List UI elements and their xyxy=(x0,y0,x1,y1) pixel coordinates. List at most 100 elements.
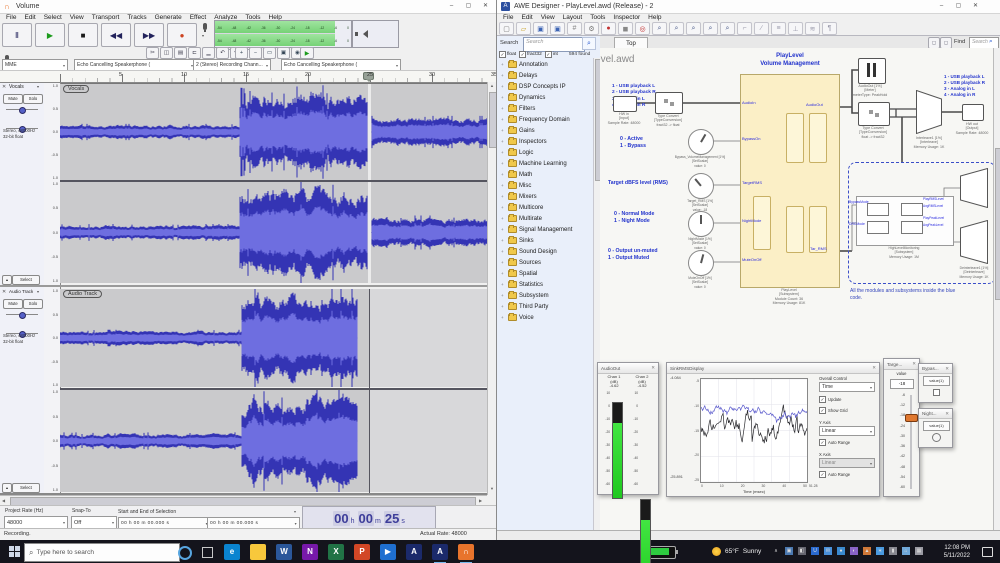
tray-icon-8[interactable]: ∗ xyxy=(876,547,884,555)
solo-button[interactable]: Solo xyxy=(23,299,43,309)
pause-button[interactable]: Ⅱ xyxy=(2,23,32,47)
interleave-block[interactable] xyxy=(916,90,942,134)
expander-icon[interactable]: + xyxy=(501,183,506,188)
module-tree-item[interactable]: + Gains xyxy=(497,125,593,136)
expander-icon[interactable]: + xyxy=(501,282,506,287)
select-track-button[interactable]: Select xyxy=(12,483,40,493)
find-search-icon[interactable]: ⌕ xyxy=(989,38,993,46)
module-tree-item[interactable]: + DSP Concepts IP xyxy=(497,81,593,92)
save-icon[interactable]: ▣ xyxy=(533,22,548,35)
mute-button[interactable]: Mute xyxy=(3,94,23,104)
maximize-button[interactable]: ▢ xyxy=(460,0,477,13)
tray-icon-2[interactable]: ◧ xyxy=(798,547,806,555)
bypass-knob[interactable] xyxy=(688,129,714,155)
stop-button[interactable]: ■ xyxy=(68,23,98,47)
gain-slider[interactable] xyxy=(4,310,40,319)
module-tree-item[interactable]: + Sources xyxy=(497,257,593,268)
module-tree-item[interactable]: + Signal Management xyxy=(497,224,593,235)
night-toggle-knob[interactable] xyxy=(932,433,941,442)
night-mode-control-window[interactable]: Night... ✕ value(1) xyxy=(918,408,953,448)
gain-slider[interactable] xyxy=(4,105,40,114)
cortana-icon[interactable] xyxy=(178,546,192,560)
audioout-titlebar[interactable]: AudioOut ✕ xyxy=(598,363,658,374)
halt-icon[interactable]: ● xyxy=(601,22,616,35)
paste-icon[interactable]: ▤ xyxy=(174,47,187,59)
filter-checkbox[interactable]: ✓ xyxy=(499,51,506,58)
mute-knob[interactable] xyxy=(688,250,714,276)
waveform-audiotrack-left[interactable] xyxy=(60,289,488,387)
output-meter-block[interactable] xyxy=(858,58,886,84)
minimize-button[interactable]: – xyxy=(443,0,460,13)
audio-stop-icon[interactable]: ◼ xyxy=(618,22,633,35)
undo-icon[interactable]: ↶ xyxy=(216,47,229,59)
bypass-titlebar[interactable]: Bypas... ✕ xyxy=(919,364,952,374)
minimize-button[interactable]: – xyxy=(933,0,950,13)
show-grid-checkbox[interactable]: ✓ xyxy=(819,407,826,414)
zoom-in-icon[interactable]: + xyxy=(235,47,248,59)
waveform-vocals-left[interactable] xyxy=(60,84,488,180)
y-auto-range-checkbox[interactable]: ✓ xyxy=(819,439,826,446)
module-tree-item[interactable]: + Annotation xyxy=(497,59,593,70)
audioout-meter-window[interactable]: AudioOut ✕ Chan 1 (dB) -4.62 Chan 2 (dB) … xyxy=(597,362,659,563)
module-tree-item[interactable]: + Logic xyxy=(497,147,593,158)
menu-item[interactable]: Help xyxy=(644,14,665,21)
taskbar-file-explorer[interactable] xyxy=(250,543,266,560)
start-button[interactable] xyxy=(9,546,20,557)
clip-label-vocals[interactable]: Vocals xyxy=(63,85,90,93)
collapse-track-button[interactable]: ▴ xyxy=(2,275,12,285)
menu-item[interactable]: View xyxy=(537,14,559,21)
taskbar-clock[interactable]: 12:08 PM 5/11/2022 xyxy=(925,544,970,560)
connect-icon[interactable]: ◎ xyxy=(635,22,650,35)
x-axis-select[interactable]: Linear ▾ xyxy=(819,458,875,468)
sink-rms-display-window[interactable]: SinkRMSDisplay ✕ -4.084 -25.891 -5 -10 -15-… xyxy=(666,362,880,497)
menu-item[interactable]: Edit xyxy=(20,14,39,21)
deinterleave-block-2[interactable] xyxy=(960,220,988,264)
target-rms-knob[interactable] xyxy=(688,173,714,199)
module-tree-item[interactable]: + Machine Learning xyxy=(497,158,593,169)
action-center-icon[interactable] xyxy=(982,547,993,557)
taskbar-onenote[interactable]: N xyxy=(302,543,318,560)
tray-icon-10[interactable]: ⌂ xyxy=(902,547,910,555)
menu-item[interactable]: Inspector xyxy=(609,14,644,21)
awe-titlebar[interactable]: A AWE Designer - PlayLevel.awd (Release)… xyxy=(497,0,1000,14)
task-view-icon[interactable] xyxy=(202,547,213,558)
waveform-vocals-right[interactable] xyxy=(60,182,488,283)
module-tree-item[interactable]: + Voice xyxy=(497,312,593,323)
tray-icon-5[interactable]: ● xyxy=(837,547,845,555)
select-track-button[interactable]: Select xyxy=(12,275,40,285)
target-slider-handle[interactable] xyxy=(905,414,918,422)
track-menu-icon[interactable]: ▾ xyxy=(37,289,39,294)
tray-icon-9[interactable]: ▮ xyxy=(889,547,897,555)
track-close-icon[interactable]: ✕ xyxy=(2,84,6,90)
y-axis-select[interactable]: Linear ▾ xyxy=(819,426,875,436)
audio-position-display[interactable]: 00 h 00 m 25 s xyxy=(302,506,436,530)
night-mode-knob[interactable] xyxy=(688,211,714,237)
route-direct-icon[interactable]: ∕ xyxy=(754,22,769,35)
expander-icon[interactable]: + xyxy=(501,304,506,309)
target-value-field[interactable]: -18 xyxy=(890,379,914,389)
module-tree-item[interactable]: + Filters xyxy=(497,103,593,114)
x-auto-range-checkbox[interactable]: ✓ xyxy=(819,471,826,478)
expander-icon[interactable]: + xyxy=(501,238,506,243)
bypass-value-button[interactable]: value(1) xyxy=(923,376,950,386)
menu-item[interactable]: Effect xyxy=(186,14,211,21)
zoom-out-icon[interactable]: − xyxy=(249,47,262,59)
night-titlebar[interactable]: Night... ✕ xyxy=(919,409,952,419)
menu-item[interactable]: Generate xyxy=(151,14,186,21)
expander-icon[interactable]: + xyxy=(501,271,506,276)
awe-connection-indicator[interactable] xyxy=(648,546,678,559)
expander-icon[interactable]: + xyxy=(501,216,506,221)
menu-item[interactable]: View xyxy=(66,14,88,21)
filter-checkbox[interactable]: ✓ xyxy=(519,51,527,58)
expander-icon[interactable]: + xyxy=(501,227,506,232)
close-icon[interactable]: ✕ xyxy=(651,365,655,371)
expander-icon[interactable]: + xyxy=(501,172,506,177)
module-tree-item[interactable]: + Mixers xyxy=(497,191,593,202)
expander-icon[interactable]: + xyxy=(501,249,506,254)
play-at-speed-button[interactable]: ▶ xyxy=(300,47,314,59)
sinkrms-titlebar[interactable]: SinkRMSDisplay ✕ xyxy=(667,363,879,374)
module-tree-item[interactable]: + Inspectors xyxy=(497,136,593,147)
selection-mode-select[interactable]: Start and End of Selection ▾ xyxy=(118,507,296,516)
close-icon[interactable]: ✕ xyxy=(912,361,916,367)
expander-icon[interactable]: + xyxy=(501,117,506,122)
